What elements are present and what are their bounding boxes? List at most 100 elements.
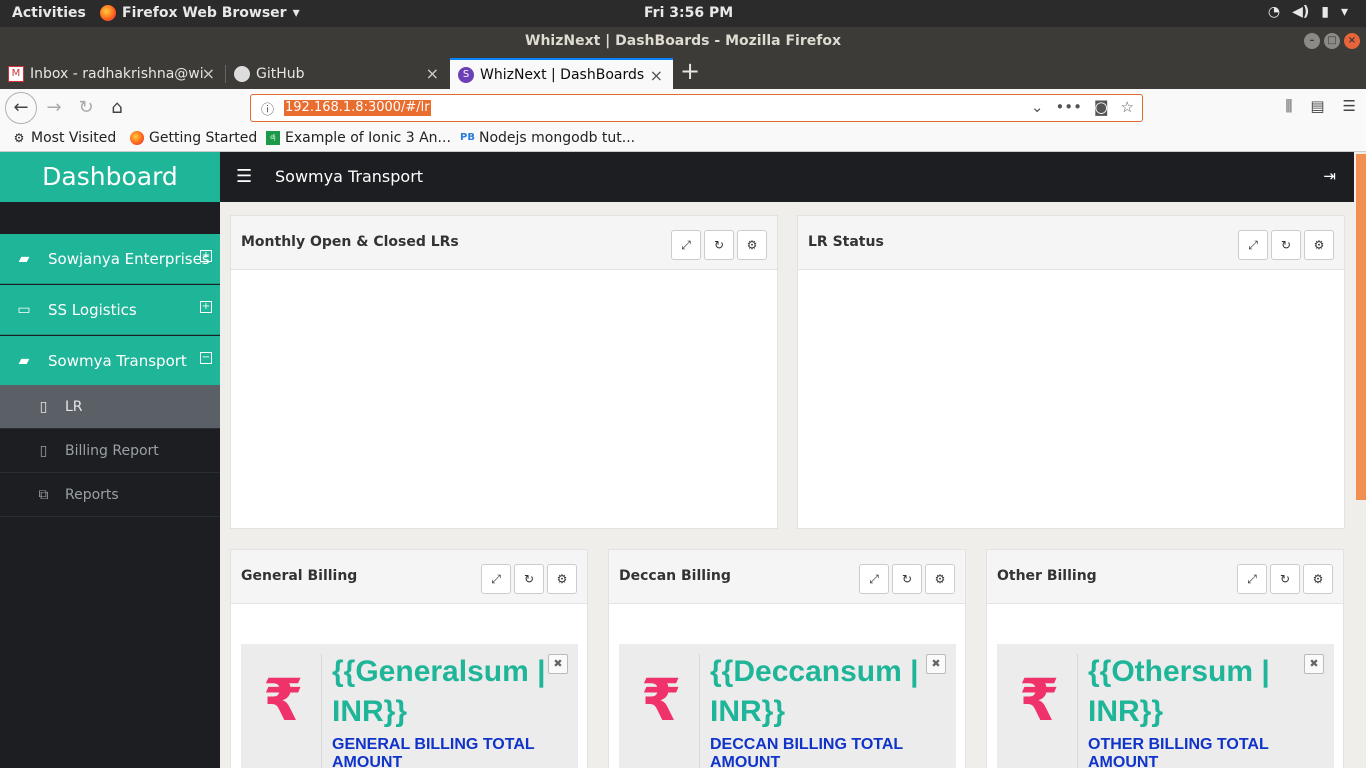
maximize-icon[interactable]: □ [1324, 33, 1340, 49]
tab-label: WhizNext | DashBoards [480, 66, 645, 83]
url-text[interactable]: 192.168.1.8:3000/#/lr [284, 100, 431, 116]
top-navbar: ☰ Sowmya Transport ⇥ [220, 152, 1354, 202]
refresh-icon[interactable]: ↻ [704, 230, 734, 260]
truck-icon: ▰ [18, 250, 30, 267]
nav-toolbar: ← → ↻ ⌂ ⓘ 192.168.1.8:3000/#/lr ⌄ ••• ◙ … [0, 89, 1366, 127]
gear-icon[interactable]: ⚙ [737, 230, 767, 260]
rupee-icon: ₹ [263, 666, 304, 734]
tab-whiznext[interactable]: S WhizNext | DashBoards × [450, 58, 673, 89]
sidebar-subitem-lr[interactable]: ▯ LR [0, 385, 220, 429]
panel-title: LR Status [808, 234, 884, 250]
sidebar-subitem-reports[interactable]: ⧉ Reports [0, 473, 220, 517]
expand-icon[interactable]: ⤢ [859, 564, 889, 594]
bookmark-label: Example of Ionic 3 An... [285, 130, 451, 146]
minus-icon[interactable]: − [200, 352, 212, 364]
bookmark-most-visited[interactable]: ⚙ Most Visited [12, 130, 117, 146]
sidebar-subitem-label: Billing Report [65, 442, 159, 459]
chevron-down-icon[interactable]: ⌄ [1031, 98, 1044, 116]
copy-icon: ⧉ [38, 486, 49, 503]
back-button[interactable]: ← [5, 92, 37, 124]
menu-icon[interactable]: ☰ [1343, 97, 1356, 115]
close-icon[interactable]: ✖ [926, 654, 946, 674]
sidebar-item-label: Sowmya Transport [48, 351, 187, 370]
billing-caption: GENERAL BILLING TOTAL AMOUNT [332, 736, 535, 768]
plus-icon[interactable]: + [200, 301, 212, 313]
menu-toggle-icon[interactable]: ☰ [236, 166, 252, 187]
tab-label: Inbox - radhakrishna@wi [30, 65, 204, 82]
address-bar[interactable]: ⓘ 192.168.1.8:3000/#/lr ⌄ ••• ◙ ☆ [250, 94, 1143, 122]
sidebar-subitem-billing-report[interactable]: ▯ Billing Report [0, 429, 220, 473]
expand-icon[interactable]: ⤢ [1238, 230, 1268, 260]
home-button[interactable]: ⌂ [103, 94, 131, 122]
library-icon[interactable]: ⫼ [1285, 97, 1292, 115]
forward-button[interactable]: → [40, 94, 68, 122]
sidebar-item-ss-logistics[interactable]: ▭ SS Logistics + [0, 285, 220, 335]
gear-icon[interactable]: ⚙ [1303, 564, 1333, 594]
sidebar-subitem-label: LR [65, 398, 83, 415]
panel-monthly-lrs: Monthly Open & Closed LRs ⤢ ↻ ⚙ [230, 215, 778, 529]
gear-icon[interactable]: ⚙ [1304, 230, 1334, 260]
refresh-icon[interactable]: ↻ [1271, 230, 1301, 260]
sidebar-item-sowjanya[interactable]: ▰ Sowjanya Enterprises + [0, 234, 220, 284]
more-icon[interactable]: ••• [1055, 98, 1082, 116]
expand-icon[interactable]: ⤢ [671, 230, 701, 260]
info-icon[interactable]: ⓘ [261, 99, 274, 118]
bookmark-nodejs[interactable]: PB Nodejs mongodb tut... [460, 130, 635, 146]
activities-button[interactable]: Activities [12, 5, 86, 21]
minimize-icon[interactable]: – [1304, 33, 1320, 49]
expand-icon[interactable]: ⤢ [481, 564, 511, 594]
sidebar-item-sowmya[interactable]: ▰ Sowmya Transport − [0, 336, 220, 386]
app-menu-label: Firefox Web Browser [122, 5, 287, 21]
close-icon[interactable]: × [202, 64, 215, 83]
star-icon[interactable]: ☆ [1121, 98, 1134, 116]
pocket-icon[interactable]: ◙ [1094, 98, 1109, 116]
logout-icon[interactable]: ⇥ [1323, 167, 1336, 185]
stat-box: ₹ {{Generalsum | INR}} GENERAL BILLING T… [241, 644, 578, 768]
panel-lr-status: LR Status ⤢ ↻ ⚙ [797, 215, 1345, 529]
sidebar: Dashboard ▰ Sowjanya Enterprises + ▭ SS … [0, 152, 220, 768]
whiznext-icon: S [458, 66, 474, 83]
close-icon[interactable]: × [650, 66, 663, 85]
bookmark-label: Nodejs mongodb tut... [479, 130, 636, 146]
tab-inbox[interactable]: M Inbox - radhakrishna@wi × [0, 58, 225, 89]
new-tab-button[interactable]: + [680, 57, 700, 85]
tab-label: GitHub [256, 65, 305, 82]
billing-amount: {{Generalsum | INR}} [332, 655, 546, 728]
volume-icon: ◀) [1292, 4, 1310, 20]
refresh-icon[interactable]: ↻ [514, 564, 544, 594]
bookmark-label: Most Visited [31, 130, 117, 146]
panel-title: Deccan Billing [619, 568, 731, 584]
plus-icon[interactable]: + [200, 250, 212, 262]
page-scrollbar[interactable] [1354, 152, 1366, 768]
sidebar-icon[interactable]: ▤ [1310, 97, 1324, 115]
billing-caption: DECCAN BILLING TOTAL AMOUNT [710, 736, 903, 768]
close-icon[interactable]: ✖ [548, 654, 568, 674]
github-icon [234, 65, 250, 82]
monitor-icon: ▭ [17, 301, 31, 318]
system-top-bar: Activities Firefox Web Browser ▾ Fri 3:5… [0, 0, 1366, 27]
app-menu[interactable]: Firefox Web Browser ▾ [100, 5, 300, 21]
tab-github[interactable]: GitHub × [226, 58, 449, 89]
clock[interactable]: Fri 3:56 PM [644, 5, 733, 21]
panel-title: Other Billing [997, 568, 1097, 584]
gear-icon[interactable]: ⚙ [547, 564, 577, 594]
tab-bar: M Inbox - radhakrishna@wi × GitHub × S W… [0, 55, 1366, 89]
close-window-icon[interactable]: × [1344, 33, 1360, 49]
bookmark-ionic[interactable]: dj Example of Ionic 3 An... [266, 130, 451, 146]
refresh-icon[interactable]: ↻ [1270, 564, 1300, 594]
brand[interactable]: Dashboard [0, 152, 220, 202]
gear-icon[interactable]: ⚙ [925, 564, 955, 594]
billing-amount: {{Deccansum | INR}} [710, 655, 919, 728]
stat-box: ₹ {{Deccansum | INR}} DECCAN BILLING TOT… [619, 644, 956, 768]
bookmark-getting-started[interactable]: Getting Started [130, 130, 257, 146]
truck-icon: ▰ [18, 352, 30, 369]
close-icon[interactable]: × [426, 64, 439, 83]
billing-amount: {{Othersum | INR}} [1088, 655, 1270, 728]
expand-icon[interactable]: ⤢ [1237, 564, 1267, 594]
close-icon[interactable]: ✖ [1304, 654, 1324, 674]
reload-button[interactable]: ↻ [72, 94, 100, 122]
system-tray[interactable]: ◔ ◀) ▮ ▾ [1268, 4, 1348, 20]
refresh-icon[interactable]: ↻ [892, 564, 922, 594]
billing-caption: OTHER BILLING TOTAL AMOUNT [1088, 736, 1269, 768]
sidebar-item-label: SS Logistics [48, 300, 137, 319]
